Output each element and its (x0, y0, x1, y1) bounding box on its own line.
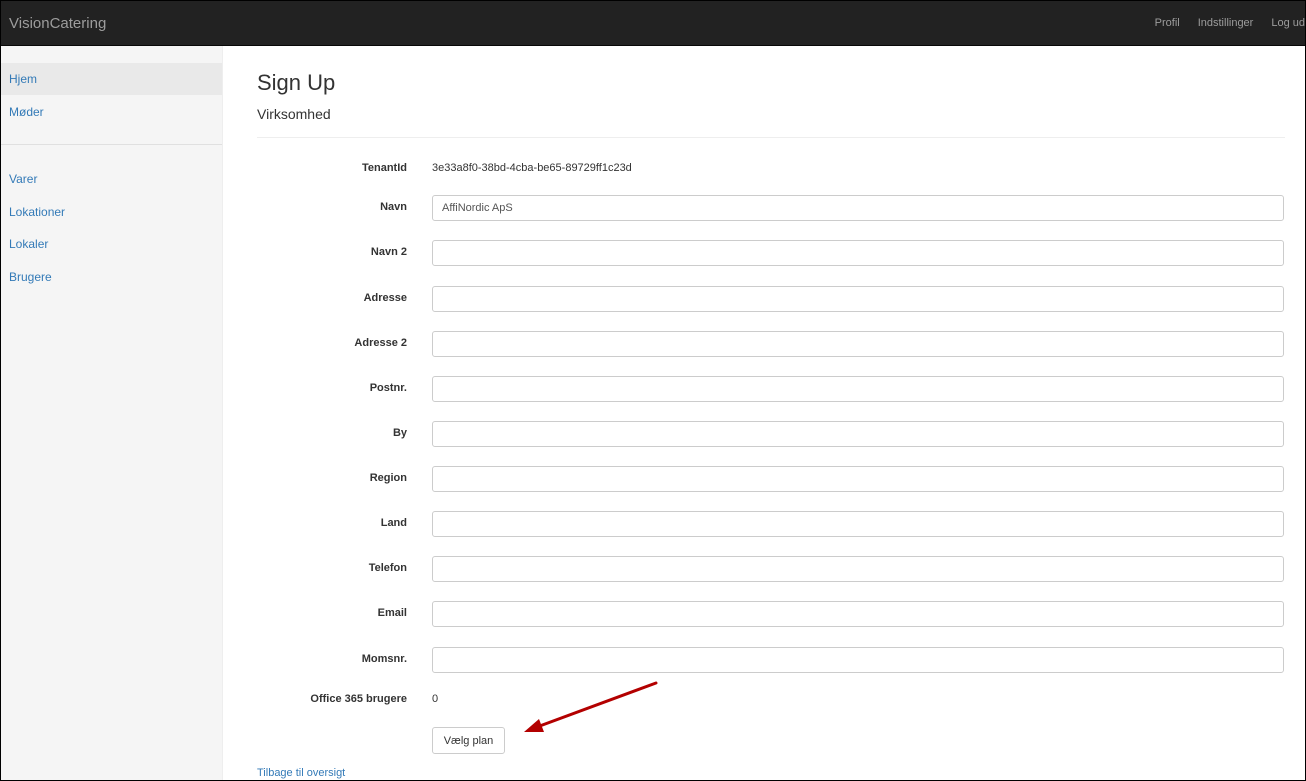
browser-frame: VisionCatering Profil Indstillinger Log … (0, 0, 1306, 781)
annotation-arrow-icon (524, 681, 658, 732)
